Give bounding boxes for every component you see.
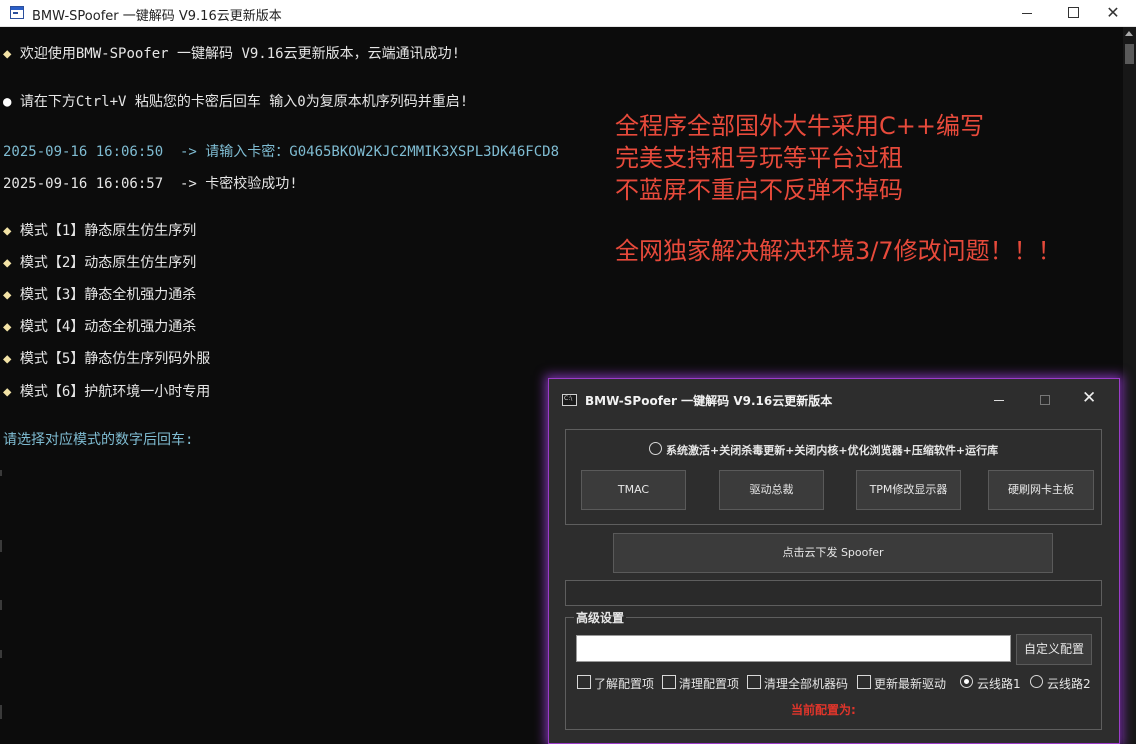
window-title: BMW-SPoofer 一键解码 V9.16云更新版本: [32, 9, 282, 24]
system-optimize-radio[interactable]: [649, 442, 662, 455]
scroll-thumb[interactable]: [1125, 44, 1134, 64]
scroll-up-arrow-icon[interactable]: [1125, 31, 1133, 36]
ad-line-4: 全网独家解决解决环境3/7修改问题！！！: [615, 237, 1062, 265]
ad-line-1: 全程序全部国外大牛采用C++编写: [615, 112, 984, 140]
console-line-mode-6: ◆ 模式【6】护航环境一小时专用: [3, 384, 211, 400]
console-line-key-input: 2025-09-16 16:06:50 -> 请输入卡密：G0465BKOW2K…: [3, 144, 560, 160]
console-prompt[interactable]: 请选择对应模式的数字后回车:: [3, 429, 193, 449]
learn-config-label: 了解配置项: [594, 677, 655, 691]
ad-line-2: 完美支持租号玩等平台过租: [615, 144, 903, 172]
tpm-button[interactable]: TPM修改显示器: [856, 470, 961, 510]
nic-mainboard-button[interactable]: 硬刷网卡主板: [988, 470, 1094, 510]
maximize-icon: [1068, 7, 1079, 18]
driver-button[interactable]: 驱动总裁: [719, 470, 824, 510]
clean-config-label: 清理配置项: [679, 677, 740, 691]
minimize-button[interactable]: [1004, 0, 1050, 26]
dialog-title: BMW-SPoofer 一键解码 V9.16云更新版本: [585, 394, 833, 408]
dialog-maximize-button[interactable]: [1040, 395, 1050, 405]
console-line-welcome: ◆ 欢迎使用BMW-SPoofer 一键解码 V9.16云更新版本，云端通讯成功…: [3, 46, 461, 62]
current-config-status: 当前配置为:: [791, 703, 856, 717]
cloud-line-1-radio[interactable]: [960, 675, 973, 688]
config-input[interactable]: [576, 635, 1011, 662]
dialog-close-button[interactable]: ✕: [1082, 388, 1096, 408]
clean-all-machine-code-label: 清理全部机器码: [764, 677, 849, 691]
console-line-mode-1: ◆ 模式【1】静态原生仿生序列: [3, 223, 197, 239]
cloud-line-2-radio[interactable]: [1030, 675, 1043, 688]
dialog-titlebar: BMW-SPoofer 一键解码 V9.16云更新版本 ✕: [549, 379, 1119, 419]
console-line-key-success: 2025-09-16 16:06:57 -> 卡密校验成功!: [3, 176, 298, 192]
update-driver-checkbox[interactable]: [857, 675, 871, 689]
console-line-mode-5: ◆ 模式【5】静态仿生序列码外服: [3, 351, 211, 367]
cloud-line-1-label: 云线路1: [977, 677, 1021, 691]
clean-all-machine-code-checkbox[interactable]: [747, 675, 761, 689]
tmac-button[interactable]: TMAC: [581, 470, 686, 510]
console-scrollbar[interactable]: [1123, 27, 1136, 744]
close-button[interactable]: ✕: [1090, 0, 1136, 26]
cloud-line-2-label: 云线路2: [1047, 677, 1091, 691]
console-line-mode-4: ◆ 模式【4】动态全机强力通杀: [3, 319, 197, 335]
clean-config-checkbox[interactable]: [662, 675, 676, 689]
dialog-minimize-button[interactable]: [994, 400, 1004, 401]
advanced-settings-group: 高级设置 自定义配置 了解配置项 清理配置项 清理全部机器码 更新最新驱动 云线…: [565, 609, 1102, 730]
ad-line-3: 不蓝屏不重启不反弹不掉码: [615, 176, 903, 204]
spoofer-dialog: BMW-SPoofer 一键解码 V9.16云更新版本 ✕ 系统激活+关闭杀毒更…: [548, 378, 1120, 744]
console-line-mode-2: ◆ 模式【2】动态原生仿生序列: [3, 255, 197, 271]
progress-bar: [565, 580, 1102, 606]
minimize-icon: [1022, 13, 1032, 14]
close-icon: ✕: [1106, 3, 1120, 22]
custom-config-button[interactable]: 自定义配置: [1016, 634, 1092, 665]
console-titlebar: BMW-SPoofer 一键解码 V9.16云更新版本 ✕: [0, 0, 1136, 27]
update-driver-label: 更新最新驱动: [874, 677, 947, 691]
system-optimize-label: 系统激活+关闭杀毒更新+关闭内核+优化浏览器+压缩软件+运行库: [666, 444, 999, 457]
console-line-instruction: ● 请在下方Ctrl+V 粘贴您的卡密后回车 输入0为复原本机序列码并重启!: [3, 94, 469, 110]
tools-group: 系统激活+关闭杀毒更新+关闭内核+优化浏览器+压缩软件+运行库 TMAC 驱动总…: [565, 429, 1102, 525]
console-app-icon: [10, 6, 24, 19]
learn-config-checkbox[interactable]: [577, 675, 591, 689]
console-line-mode-3: ◆ 模式【3】静态全机强力通杀: [3, 287, 197, 303]
console-window-icon: [562, 394, 577, 406]
advanced-settings-title: 高级设置: [574, 609, 627, 626]
cloud-spoofer-button[interactable]: 点击云下发 Spoofer: [613, 533, 1053, 573]
